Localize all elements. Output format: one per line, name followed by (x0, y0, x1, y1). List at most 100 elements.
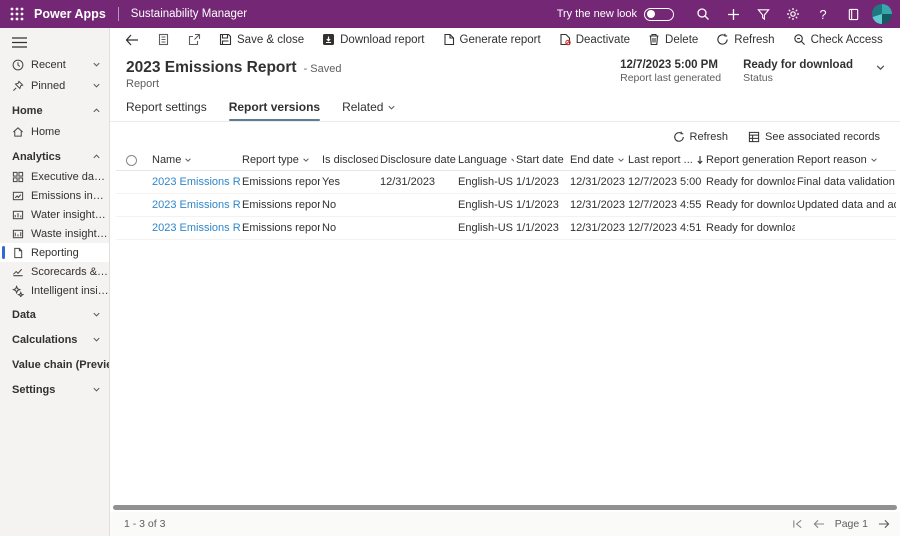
page-indicator: Page 1 (835, 518, 868, 530)
sidebar-item-emissions-insights[interactable]: Emissions insights (0, 186, 109, 205)
report-page-icon (12, 247, 24, 259)
cell-start-date: 1/1/2023 (514, 199, 568, 211)
cell-report-type: Emissions report (240, 222, 320, 234)
cell-end-date: 12/31/2023 (568, 176, 626, 188)
tab-related[interactable]: Related (342, 100, 396, 121)
chevron-down-icon (92, 60, 101, 69)
download-icon (322, 33, 335, 46)
cell-disclosure-date: 12/31/2023 (378, 176, 456, 188)
back-button[interactable] (116, 28, 148, 51)
filter-icon[interactable] (748, 0, 778, 28)
record-link[interactable]: 2023 Emissions Report (152, 176, 240, 188)
next-page-button[interactable] (878, 519, 890, 529)
tab-report-versions[interactable]: Report versions (229, 100, 320, 121)
bar-chart-icon (12, 228, 24, 240)
saved-status: - Saved (304, 63, 342, 75)
chevron-up-icon (92, 106, 101, 115)
column-header-start-date[interactable]: Start date (514, 154, 568, 166)
sidebar-item-reporting[interactable]: Reporting (0, 243, 109, 262)
add-icon[interactable] (718, 0, 748, 28)
status-field: Ready for download Status (743, 59, 853, 84)
header-collapse-chevron[interactable] (875, 62, 886, 73)
product-name[interactable]: Power Apps (34, 7, 106, 21)
save-close-button[interactable]: Save & close (210, 28, 313, 51)
cell-report-type: Emissions report (240, 199, 320, 211)
new-look-toggle[interactable] (644, 8, 674, 21)
cell-report-type: Emissions report (240, 176, 320, 188)
associated-records-icon (748, 131, 760, 143)
app-name[interactable]: Sustainability Manager (131, 8, 247, 20)
last-generated-field: 12/7/2023 5:00 PM Report last generated (620, 59, 721, 84)
column-header-last-report[interactable]: Last report ... (626, 154, 704, 166)
sidebar-group-calculations[interactable]: Calculations (0, 329, 109, 350)
settings-gear-icon[interactable] (778, 0, 808, 28)
chevron-down-icon (92, 335, 101, 344)
cell-report-reason: Final data validation (795, 176, 896, 188)
sidebar-group-value-chain[interactable]: Value chain (Preview) (0, 354, 109, 375)
sidebar-item-recent[interactable]: Recent (0, 54, 109, 75)
table-row[interactable]: 2023 Emissions Report Emissions report N… (116, 194, 896, 217)
chevron-down-icon (387, 103, 396, 112)
select-all-radio[interactable] (116, 155, 150, 166)
pagination: Page 1 (792, 518, 890, 530)
table-row[interactable]: 2023 Emissions Report Emissions report N… (116, 217, 896, 240)
sort-descending-icon (696, 155, 704, 165)
user-avatar[interactable] (872, 4, 892, 24)
first-page-button[interactable] (792, 519, 803, 529)
sidebar-item-home[interactable]: Home (0, 121, 109, 142)
check-access-button[interactable]: Check Access (784, 28, 892, 51)
sidebar-item-executive-dashboard[interactable]: Executive dashboard (0, 167, 109, 186)
delete-button[interactable]: Delete (639, 28, 707, 51)
search-icon[interactable] (688, 0, 718, 28)
cell-is-disclosed: No (320, 222, 378, 234)
trash-icon (648, 33, 660, 46)
waffle-menu-icon[interactable] (0, 0, 34, 28)
see-associated-records-button[interactable]: See associated records (740, 128, 888, 146)
table-row[interactable]: 2023 Emissions Report Emissions report Y… (116, 171, 896, 194)
column-header-end-date[interactable]: End date (568, 154, 626, 166)
column-header-language[interactable]: Language (456, 154, 514, 166)
form-selector-button[interactable] (148, 28, 179, 51)
download-report-button[interactable]: Download report (313, 28, 433, 51)
guide-book-icon[interactable] (838, 0, 868, 28)
sidebar-group-data[interactable]: Data (0, 304, 109, 325)
refresh-icon (673, 131, 685, 143)
sidebar-item-pinned[interactable]: Pinned (0, 75, 109, 96)
record-link[interactable]: 2023 Emissions Report (152, 199, 240, 211)
sidebar-collapse-icon[interactable] (0, 28, 109, 54)
column-header-report-type[interactable]: Report type (240, 154, 320, 166)
sidebar-group-settings[interactable]: Settings (0, 379, 109, 400)
assign-button[interactable]: Assign (892, 28, 900, 51)
sidebar-item-intelligent-insights[interactable]: Intelligent insights (p... (0, 281, 109, 300)
chevron-down-icon (184, 156, 192, 164)
column-header-is-disclosed[interactable]: Is disclosed (320, 154, 378, 166)
cell-last-report: 12/7/2023 5:00 PM (626, 176, 704, 188)
chevron-down-icon (617, 156, 625, 164)
column-header-report-generation[interactable]: Report generation ... (704, 154, 795, 166)
horizontal-scrollbar[interactable] (113, 505, 897, 510)
record-count: 1 - 3 of 3 (124, 518, 165, 530)
report-versions-grid: Name Report type Is disclosed Disclosure… (110, 150, 900, 505)
refresh-button[interactable]: Refresh (707, 28, 783, 51)
cell-start-date: 1/1/2023 (514, 176, 568, 188)
record-link[interactable]: 2023 Emissions Report (152, 222, 240, 234)
help-icon[interactable]: ? (808, 0, 838, 28)
insights-chart-icon (12, 190, 24, 202)
generate-report-button[interactable]: Generate report (434, 28, 550, 51)
document-icon (443, 33, 455, 46)
previous-page-button[interactable] (813, 519, 825, 529)
column-header-report-reason[interactable]: Report reason (795, 154, 896, 166)
tab-report-settings[interactable]: Report settings (126, 100, 207, 121)
sidebar-group-analytics[interactable]: Analytics (0, 146, 109, 167)
home-icon (12, 126, 24, 138)
sidebar-group-home[interactable]: Home (0, 100, 109, 121)
column-header-disclosure-date[interactable]: Disclosure date (378, 154, 456, 166)
grid-refresh-button[interactable]: Refresh (665, 128, 737, 146)
sidebar-item-waste-insights[interactable]: Waste insights (previ... (0, 224, 109, 243)
deactivate-button[interactable]: Deactivate (550, 28, 639, 51)
sidebar-item-water-insights[interactable]: Water insights (previ... (0, 205, 109, 224)
dashboard-icon (12, 171, 24, 183)
column-header-name[interactable]: Name (150, 154, 240, 166)
sidebar-item-scorecards-goals[interactable]: Scorecards & goals (0, 262, 109, 281)
open-in-new-window-button[interactable] (179, 28, 210, 51)
